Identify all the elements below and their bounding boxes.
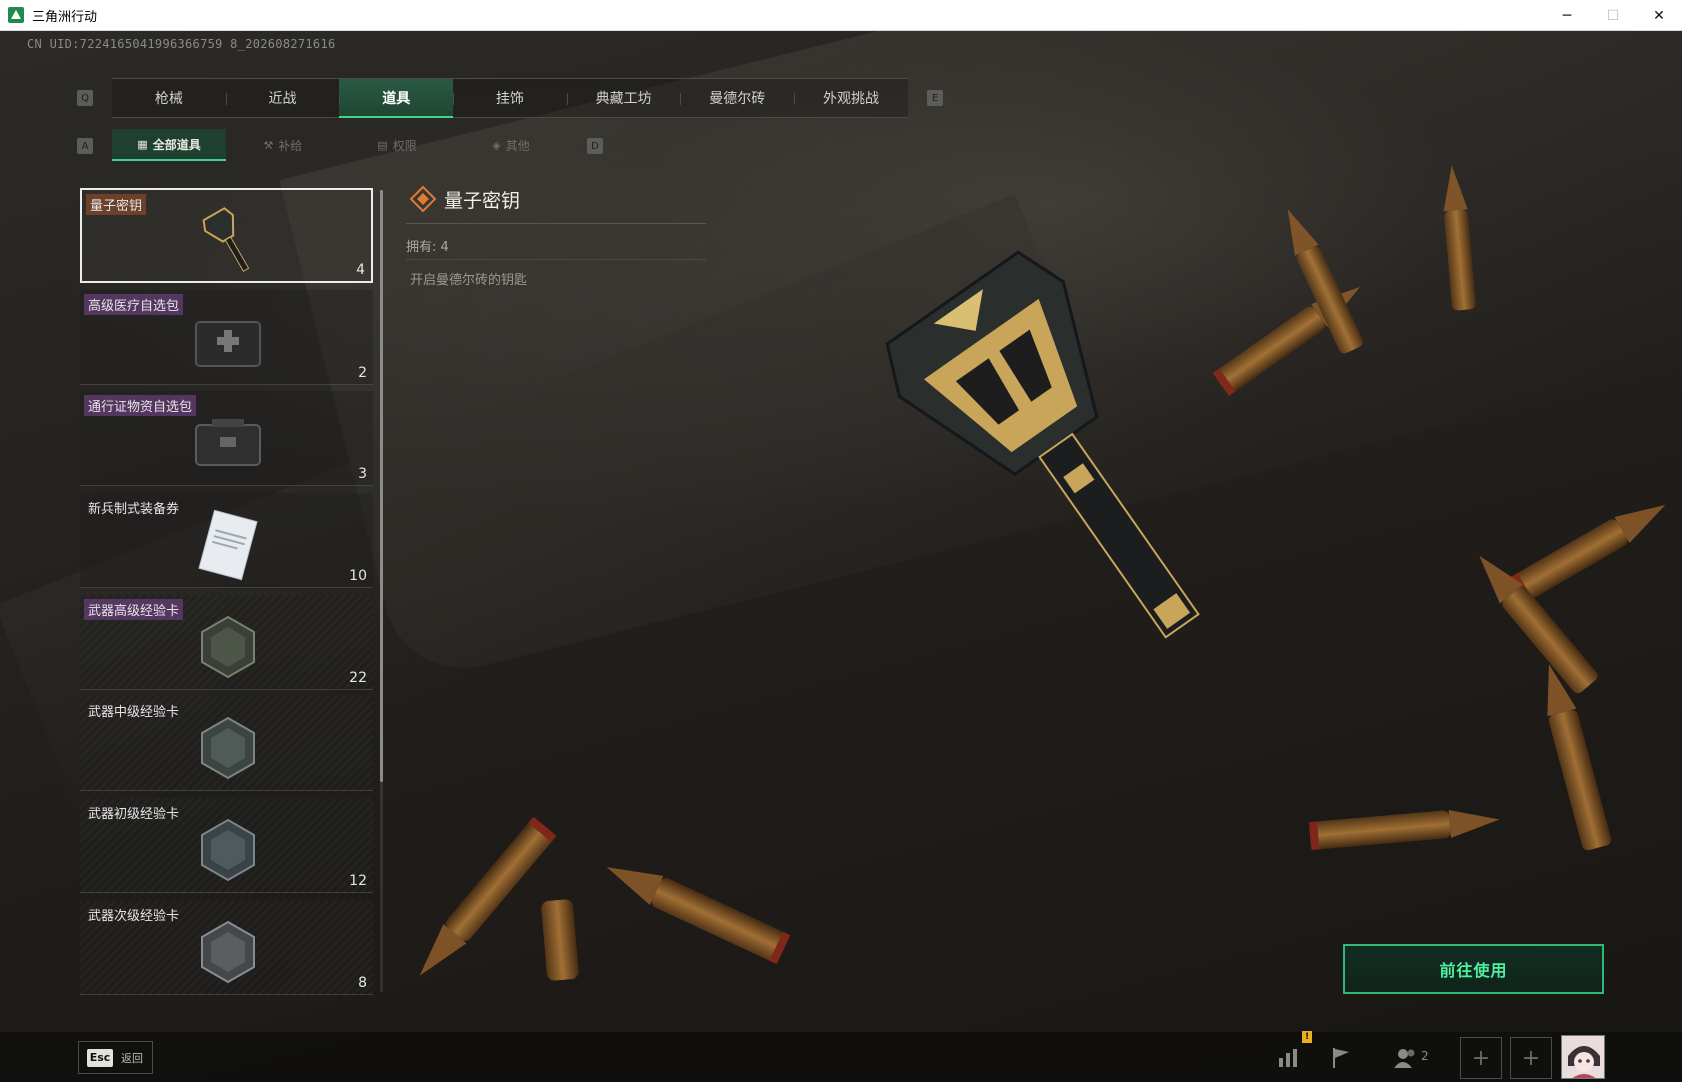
item-name: 武器次级经验卡 [88, 908, 180, 924]
list-item-weapon-intermediate-exp-card[interactable]: 武器中级经验卡 [80, 696, 373, 792]
exp-card-hexagon-thumbnail [201, 920, 255, 983]
detail-item-title: 量子密钥 [444, 190, 521, 212]
tab-mandel-brick[interactable]: 曼德尔砖 [680, 79, 794, 117]
list-item-weapon-basic-exp-card[interactable]: 武器初级经验卡 12 [80, 798, 373, 894]
item-count: 12 [349, 873, 367, 890]
stats-chart-icon[interactable] [1272, 1043, 1306, 1073]
close-button[interactable]: ✕ [1636, 0, 1682, 31]
subtab-permission[interactable]: ▤ 权限 [340, 129, 454, 161]
item-count: 22 [349, 669, 367, 686]
supply-icon: ⚒ [263, 138, 274, 152]
tab-melee[interactable]: 近战 [225, 79, 340, 117]
item-name: 通行证物资自选包 [84, 395, 197, 417]
list-item-recruit-equipment-voucher[interactable]: 新兵制式装备券 10 [80, 493, 373, 589]
other-icon: ◈ [492, 138, 501, 152]
item-list-scrollbar-thumb[interactable] [380, 190, 383, 782]
subtab-label: 全部道具 [152, 137, 201, 152]
notification-badge: ! [1302, 1031, 1312, 1043]
friends-online-count: 2 [1421, 1049, 1429, 1063]
exp-card-hexagon-thumbnail [201, 615, 255, 678]
item-name: 新兵制式装备券 [88, 502, 180, 518]
maximize-button[interactable]: ☐ [1590, 0, 1636, 31]
item-count: 4 [356, 262, 365, 278]
category-tabs: 枪械 近战 道具 挂饰 典藏工坊 曼德尔砖 外观挑战 [112, 78, 908, 118]
quantum-key-thumbnail [202, 207, 250, 272]
player-uid: CN UID:7224165041996366759 8_20260827161… [27, 37, 336, 51]
detail-description: 开启曼德尔砖的钥匙 [410, 273, 528, 288]
grid-icon: ▦ [137, 137, 148, 151]
list-item-quantum-key[interactable]: 量子密钥 4 [80, 188, 373, 283]
avatar-anime-icon [1562, 1036, 1604, 1078]
item-name: 武器中级经验卡 [88, 705, 180, 721]
exp-card-hexagon-thumbnail [201, 717, 255, 780]
tab-prev-key-hint: Q [77, 90, 93, 106]
item-name: 武器高级经验卡 [84, 598, 184, 620]
back-button[interactable]: Esc 返回 [78, 1041, 153, 1074]
friends-icon[interactable] [1389, 1043, 1423, 1073]
window-title: 三角洲行动 [32, 9, 98, 25]
item-count: 3 [358, 466, 367, 483]
list-item-weapon-secondary-exp-card[interactable]: 武器次级经验卡 8 [80, 899, 373, 995]
exp-card-hexagon-thumbnail [201, 818, 255, 882]
detail-divider [406, 259, 706, 260]
add-party-slot-button[interactable]: + [1460, 1037, 1502, 1079]
subtab-other[interactable]: ◈ 其他 [454, 129, 568, 161]
bottom-bar [0, 1032, 1682, 1082]
item-list: 量子密钥 4 高级医疗自选包 2 通行证物资自选包 3 新兵制式装备券 10 武… [80, 188, 373, 1002]
minimize-button[interactable]: ─ [1544, 0, 1590, 31]
subtab-next-key-hint: D [587, 138, 603, 154]
item-count: 10 [349, 568, 367, 585]
tab-appearance-challenge[interactable]: 外观挑战 [794, 79, 908, 117]
item-name: 量子密钥 [86, 194, 147, 215]
tab-firearms[interactable]: 枪械 [112, 79, 226, 117]
back-label: 返回 [121, 1051, 143, 1065]
medical-case-thumbnail [195, 320, 261, 367]
item-count: 8 [358, 974, 367, 991]
list-item-advanced-medical-pack[interactable]: 高级医疗自选包 2 [80, 289, 373, 385]
window-controls: ─ ☐ ✕ [1544, 0, 1682, 31]
window-titlebar: 三角洲行动 ─ ☐ ✕ [0, 0, 1682, 31]
add-party-slot-button[interactable]: + [1510, 1037, 1552, 1079]
detail-owned-count: 拥有: 4 [406, 240, 449, 255]
permission-icon: ▤ [377, 138, 388, 152]
item-count: 2 [358, 364, 367, 381]
list-item-weapon-advanced-exp-card[interactable]: 武器高级经验卡 22 [80, 594, 373, 690]
supply-case-thumbnail [195, 419, 261, 467]
list-item-pass-supply-pack[interactable]: 通行证物资自选包 3 [80, 391, 373, 487]
flag-icon[interactable] [1324, 1043, 1358, 1073]
subcategory-tabs: ▦ 全部道具 ⚒ 补给 ▤ 权限 ◈ 其他 [112, 129, 568, 161]
voucher-paper-thumbnail [198, 509, 258, 581]
go-use-button[interactable]: 前往使用 [1343, 944, 1604, 994]
tab-items[interactable]: 道具 [339, 79, 454, 118]
item-name: 武器初级经验卡 [88, 807, 180, 823]
app-logo-icon [8, 7, 24, 23]
detail-divider [406, 223, 706, 224]
subtab-prev-key-hint: A [77, 138, 93, 154]
subtab-label: 权限 [392, 138, 417, 153]
esc-key-hint: Esc [87, 1048, 113, 1067]
tab-charms[interactable]: 挂饰 [453, 79, 567, 117]
player-avatar[interactable] [1561, 1035, 1605, 1079]
subtab-supply[interactable]: ⚒ 补给 [226, 129, 340, 161]
subtab-label: 补给 [278, 138, 303, 153]
subtab-label: 其他 [505, 138, 530, 153]
tab-collection-workshop[interactable]: 典藏工坊 [566, 79, 681, 117]
item-name: 高级医疗自选包 [84, 293, 184, 315]
quantum-key-hero-image [885, 250, 1200, 639]
rarity-diamond-icon [410, 186, 436, 212]
subtab-all-items[interactable]: ▦ 全部道具 [112, 129, 226, 161]
tab-next-key-hint: E [927, 90, 943, 106]
